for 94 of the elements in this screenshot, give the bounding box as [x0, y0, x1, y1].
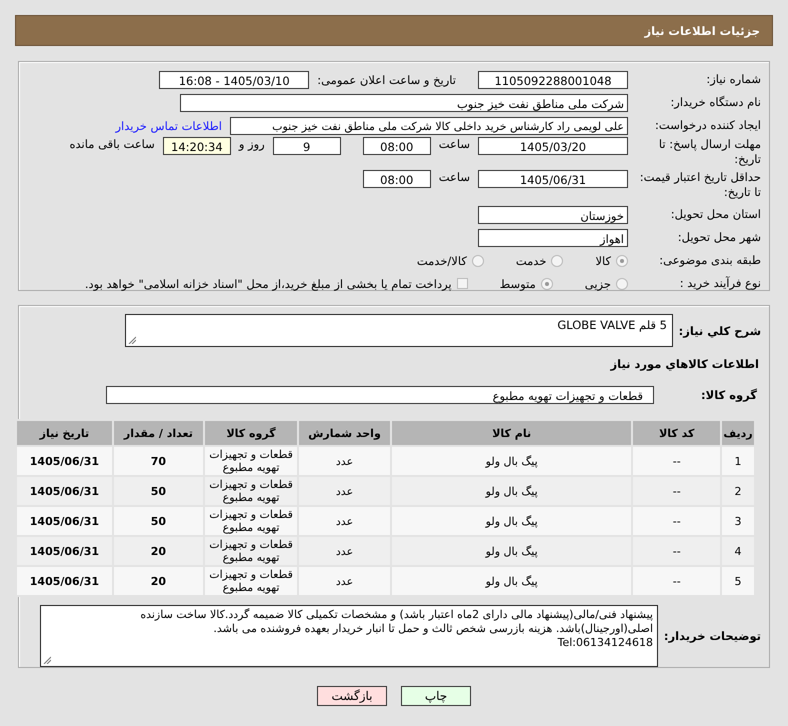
- field-label: شهر محل تحویل:: [676, 230, 761, 245]
- need-number-field: 1105092288001048: [478, 70, 628, 88]
- table-cell: قطعات و تجهیزات تهویه مطبوع: [204, 567, 298, 595]
- option-label: جزیی: [584, 276, 611, 290]
- table-cell: عدد: [299, 567, 390, 595]
- print-button[interactable]: چاپ: [401, 686, 471, 706]
- resize-grip-icon: [128, 336, 136, 344]
- goods-group-field: قطعات و تجهیزات تهویه مطبوع: [106, 386, 654, 404]
- back-button[interactable]: بازگشت: [317, 686, 387, 706]
- radio-button[interactable]: [540, 278, 553, 290]
- field-label: طبقه بندی موضوعی:: [658, 253, 761, 268]
- deadline-date-field: 1405/03/20: [478, 137, 628, 155]
- table-cell: عدد: [299, 507, 390, 535]
- field-label: نام دستگاه خریدار:: [669, 95, 761, 110]
- table-cell: --: [633, 447, 720, 475]
- table-cell: 2: [722, 477, 754, 505]
- table-cell: 5: [722, 567, 754, 595]
- column-header: واحد شمارش: [299, 421, 390, 445]
- table-cell: --: [633, 567, 720, 595]
- table-cell: 4: [722, 537, 754, 565]
- option-label: کالا/خدمت: [416, 254, 467, 268]
- table-cell: 1405/06/31: [17, 507, 112, 535]
- table-cell: 1405/06/31: [17, 477, 112, 505]
- option-label: خدمت: [516, 254, 546, 268]
- field-label: تاریخ و ساعت اعلان عمومی:: [317, 72, 456, 86]
- table-cell: 1405/06/31: [17, 567, 112, 595]
- option-label: کالا: [595, 254, 611, 268]
- option-label: پرداخت تمام یا بخشی از مبلغ خرید،از محل "اسناد خزانه اسلامی" خواهد بود.: [84, 276, 452, 290]
- table-cell: عدد: [299, 447, 390, 475]
- column-header: نام کالا: [392, 421, 632, 445]
- field-label: نوع فرآیند خرید :: [678, 276, 761, 291]
- table-cell: قطعات و تجهیزات تهویه مطبوع: [204, 507, 298, 535]
- field-label: ساعت: [438, 170, 470, 184]
- table-cell: 1405/06/31: [17, 447, 112, 475]
- validity-time-field: 08:00: [362, 170, 431, 188]
- column-header: کد کالا: [633, 421, 720, 445]
- field-label: توضیحات خریدار:: [666, 629, 761, 643]
- field-label: استان محل تحویل:: [670, 207, 761, 222]
- resize-grip-icon: [43, 656, 51, 664]
- table-cell: قطعات و تجهیزات تهویه مطبوع: [204, 537, 298, 565]
- announce-date-field: 1405/03/10 - 16:08: [159, 70, 310, 88]
- field-label: گروه کالا:: [700, 388, 758, 402]
- section-title: اطلاعات کالاهاي مورد نياز: [609, 357, 760, 371]
- deadline-time-field: 08:00: [362, 137, 431, 155]
- option-label: متوسط: [500, 276, 536, 290]
- table-cell: پیگ بال ولو: [392, 507, 632, 535]
- summary-text-area: 5 قلم GLOBE VALVE: [125, 314, 673, 347]
- field-label: مهلت ارسال پاسخ: تا تاریخ:: [658, 137, 761, 167]
- radio-button[interactable]: [616, 278, 628, 290]
- table-cell: 1: [722, 447, 754, 475]
- table-cell: عدد: [299, 477, 390, 505]
- table-cell: 20: [114, 567, 203, 595]
- column-header: گروه کالا: [204, 421, 298, 445]
- table-cell: قطعات و تجهیزات تهویه مطبوع: [204, 447, 298, 475]
- table-cell: 3: [722, 507, 754, 535]
- column-header: تاریخ نیاز: [17, 421, 112, 445]
- table-cell: 50: [114, 477, 203, 505]
- table-cell: 1405/06/31: [17, 537, 112, 565]
- buyer-org-field: شرکت ملی مناطق نفت خیز جنوب: [180, 94, 628, 112]
- requester-field: علی لویمی راد کارشناس خرید داخلی کالا شرکت ملی مناطق نفت خیز جنوب: [230, 116, 628, 134]
- table-cell: قطعات و تجهیزات تهویه مطبوع: [204, 477, 298, 505]
- table-cell: پیگ بال ولو: [392, 447, 632, 475]
- field-label: شماره نیاز:: [705, 72, 761, 87]
- table-cell: 20: [114, 537, 203, 565]
- radio-button[interactable]: [472, 254, 484, 266]
- field-label: روز و: [238, 137, 265, 151]
- table-cell: --: [633, 537, 720, 565]
- province-field: خوزستان: [478, 206, 628, 224]
- notes-text: پیشنهاد فنی/مالی(پیشنهاد مالی دارای 2ماه اعتبار باشد) و مشخصات تکمیلی کالا ضمیمه گردد.کالا ساخت سازنده اصلی(اورجینال)باشد. هزینه بازرسی شخص ثالث و حمل تا انبار خریدار بعهده فروشنده می باشد.: [139, 608, 653, 636]
- field-label: حداقل تاریخ اعتبار قیمت: تا تاریخ:: [638, 170, 761, 200]
- header-title: جزئیات اطلاعات نیاز: [644, 24, 760, 38]
- buyer-contact-link[interactable]: اطلاعات تماس خریدار: [115, 118, 222, 132]
- field-label: ساعت باقی مانده: [70, 137, 155, 151]
- radio-button[interactable]: [551, 254, 564, 266]
- column-header: تعداد / مقدار: [114, 421, 203, 445]
- field-label: ایجاد کننده درخواست:: [654, 118, 761, 133]
- table-cell: عدد: [299, 537, 390, 565]
- table-cell: پیگ بال ولو: [392, 567, 632, 595]
- notes-text: Tel:06134124618: [556, 636, 653, 650]
- city-field: اهواز: [478, 228, 628, 246]
- table-cell: 70: [114, 447, 203, 475]
- table-cell: پیگ بال ولو: [392, 537, 632, 565]
- column-header: ردیف: [722, 421, 754, 445]
- checkbox[interactable]: [456, 278, 468, 289]
- remaining-time-field: 14:20:34: [162, 137, 231, 155]
- field-label: ساعت: [438, 137, 470, 151]
- validity-date-field: 1405/06/31: [478, 170, 628, 188]
- table-cell: 50: [114, 507, 203, 535]
- radio-button[interactable]: [616, 254, 628, 266]
- days-field: 9: [272, 137, 341, 155]
- field-label: شرح کلي نياز:: [681, 324, 761, 338]
- table-cell: پیگ بال ولو: [392, 477, 632, 505]
- table-cell: --: [633, 477, 720, 505]
- table-cell: --: [633, 507, 720, 535]
